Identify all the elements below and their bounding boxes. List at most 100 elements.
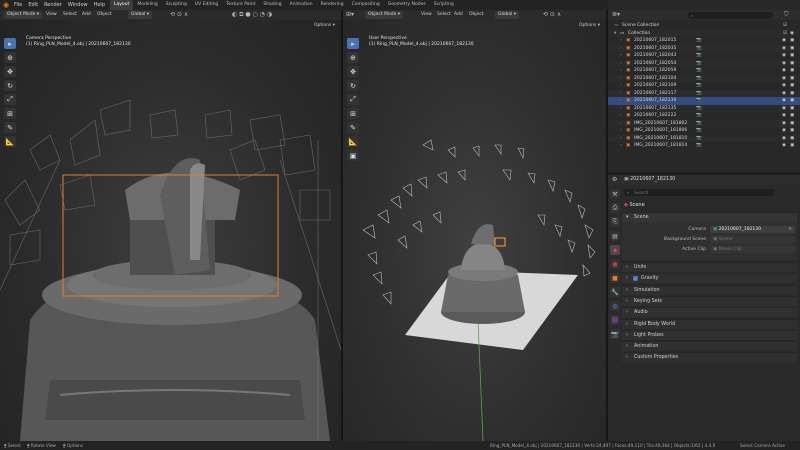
scene-tab-icon[interactable]: ◆	[610, 245, 620, 255]
active-clip-field[interactable]: ▣ Movie Clip	[710, 246, 795, 253]
eye-icon[interactable]: ◉	[790, 30, 794, 38]
outliner-item[interactable]: › ▣ 20210607_182135 📷 ◉ ▣	[608, 104, 800, 113]
camera-render-icon[interactable]: ▣	[790, 97, 794, 105]
outliner-item[interactable]: › ▣ 20210607_182117 📷 ◉ ▣	[608, 89, 800, 98]
outliner-item[interactable]: › ▣ 20210607_182222 📷 ◉ ▣	[608, 112, 800, 120]
mode-selector[interactable]: Object Mode ▾	[4, 11, 43, 19]
transform-orientation-right[interactable]: Global ▾	[495, 11, 520, 19]
vp-menu-object[interactable]: Object	[97, 10, 112, 20]
expand-arrow-icon[interactable]: ›	[620, 112, 622, 120]
measure-icon[interactable]: 📐	[347, 136, 359, 147]
eye-icon[interactable]: ◉	[782, 60, 786, 68]
expand-arrow-icon[interactable]: ›	[620, 120, 622, 128]
outliner-item[interactable]: › ▣ IMG_20210607_181806 📷 ◉ ▣	[608, 127, 800, 135]
menu-edit[interactable]: Edit	[28, 0, 38, 10]
camera-render-icon[interactable]: ▣	[790, 60, 794, 68]
scale-icon[interactable]: ⤢	[347, 94, 359, 105]
tab-animation[interactable]: Animation	[286, 0, 317, 10]
transform-icon[interactable]: ⊞	[347, 108, 359, 119]
move-icon[interactable]: ✥	[347, 66, 359, 77]
output-tab-icon[interactable]: ⎘	[610, 217, 620, 227]
outliner-item[interactable]: › ▣ 20210607_182059 📷 ◉ ▣	[608, 67, 800, 75]
annotate-icon[interactable]: ✎	[4, 122, 16, 133]
snap-icon-right[interactable]: ⟲ ⊙ ∧	[543, 11, 561, 19]
tab-layout[interactable]: Layout	[110, 0, 134, 10]
outliner-item[interactable]: › ▣ 20210607_182015 📷 ◉ ▣	[608, 37, 800, 45]
select-box-icon[interactable]: ▸	[4, 38, 16, 49]
menu-help[interactable]: Help	[94, 0, 105, 10]
camera-render-icon[interactable]: ▣	[790, 45, 794, 53]
scale-icon[interactable]: ⤢	[4, 94, 16, 105]
expand-arrow-icon[interactable]: ›	[620, 105, 622, 113]
gravity-checkbox[interactable]: ✓	[633, 276, 638, 282]
panel-gravity[interactable]: › ✓ Gravity	[622, 273, 797, 284]
camera-render-icon[interactable]: ▣	[790, 120, 794, 128]
transform-icon[interactable]: ⊞	[4, 108, 16, 119]
collection-row[interactable]: ▾ ▭ Collection ☑ ◉	[608, 29, 800, 38]
expand-arrow-icon[interactable]: ›	[620, 127, 622, 135]
viewport-camera[interactable]: Object Mode ▾ View Select Add Object Glo…	[0, 10, 341, 441]
outliner-item[interactable]: › ▣ IMG_20210607_181802 📷 ◉ ▣	[608, 119, 800, 128]
panel-custom-properties[interactable]: › Custom Properties	[622, 352, 797, 363]
camera-render-icon[interactable]: ▣	[790, 105, 794, 113]
outliner-search-input[interactable]: ⌕	[688, 11, 773, 19]
eye-icon[interactable]: ◉	[782, 90, 786, 98]
rotate-icon[interactable]: ↻	[4, 80, 16, 91]
tab-compositing[interactable]: Compositing	[348, 0, 384, 10]
vp-menu-select[interactable]: Select	[63, 10, 77, 20]
outliner-item[interactable]: › ▣ IMG_20210607_181810 📷 ◉ ▣	[608, 134, 800, 143]
panel-light-probes[interactable]: › Light Probes	[622, 329, 797, 340]
tab-geometry-nodes[interactable]: Geometry Nodes	[384, 0, 430, 10]
scene-panel-header[interactable]: ▾ Scene	[622, 212, 797, 222]
camera-field[interactable]: ▣ 20210607_182130 ✕	[710, 226, 795, 233]
tab-rendering[interactable]: Rendering	[317, 0, 348, 10]
eye-icon[interactable]: ◉	[782, 97, 786, 105]
outliner-item[interactable]: › ▣ IMG_20210607_181814 📷 ◉ ▣	[608, 142, 800, 150]
select-box-icon[interactable]: ▸	[347, 38, 359, 49]
checkbox-icon[interactable]: ☑	[783, 30, 787, 38]
options-dropdown[interactable]: Options ▾	[314, 23, 335, 28]
eye-icon[interactable]: ◉	[782, 142, 786, 150]
menu-window[interactable]: Window	[68, 0, 88, 10]
expand-arrow-icon[interactable]: ›	[620, 37, 622, 45]
panel-simulation[interactable]: › Simulation	[622, 284, 797, 295]
camera-render-icon[interactable]: ▣	[790, 112, 794, 120]
add-cube-icon[interactable]: ▣	[347, 150, 359, 161]
expand-arrow-icon[interactable]: ›	[620, 97, 622, 105]
camera-render-icon[interactable]: ▣	[790, 127, 794, 135]
properties-search-input[interactable]: ⌕ Search	[624, 189, 774, 196]
measure-icon[interactable]: 📐	[4, 136, 16, 147]
vp-menu-add[interactable]: Add	[82, 10, 91, 20]
expand-arrow-icon[interactable]: ▾	[614, 30, 616, 38]
camera-render-icon[interactable]: ▣	[790, 135, 794, 143]
menu-file[interactable]: File	[14, 0, 22, 10]
checkbox-icon[interactable]: ☑	[783, 22, 787, 30]
eye-icon[interactable]: ◉	[782, 37, 786, 45]
transform-orientation[interactable]: Global ▾	[128, 11, 153, 19]
cursor-icon[interactable]: ⊕	[4, 52, 16, 63]
eye-icon[interactable]: ◉	[782, 75, 786, 83]
eye-icon[interactable]: ◉	[782, 112, 786, 120]
tab-uv-editing[interactable]: UV Editing	[191, 0, 222, 10]
vp-menu-add-right[interactable]: Add	[454, 10, 463, 20]
background-scene-field[interactable]: ▣ Scene	[710, 236, 795, 243]
panel-keying-sets[interactable]: › Keying Sets	[622, 295, 797, 306]
outliner-item[interactable]: › ▣ 20210607_182035 📷 ◉ ▣	[608, 44, 800, 53]
camera-render-icon[interactable]: ▣	[790, 52, 794, 60]
snap-icon[interactable]: ⟲ ⊙ ∧	[170, 11, 188, 19]
expand-arrow-icon[interactable]: ›	[620, 75, 622, 83]
expand-arrow-icon[interactable]: ›	[620, 60, 622, 68]
options-dropdown-right[interactable]: Options ▾	[579, 23, 600, 28]
mode-selector-right[interactable]: Object Mode ▾	[365, 11, 404, 19]
tab-texture-paint[interactable]: Texture Paint	[222, 0, 259, 10]
blender-logo-icon[interactable]: ◉	[3, 0, 9, 10]
tab-sculpting[interactable]: Sculpting	[162, 0, 191, 10]
properties-type-icon[interactable]: ⚙	[612, 175, 617, 185]
expand-arrow-icon[interactable]: ›	[620, 90, 622, 98]
eye-icon[interactable]: ◉	[782, 127, 786, 135]
eye-icon[interactable]: ◉	[782, 67, 786, 75]
menu-render[interactable]: Render	[44, 0, 62, 10]
vp-menu-view-right[interactable]: View	[421, 10, 432, 20]
eye-icon[interactable]: ◉	[782, 82, 786, 90]
rotate-icon[interactable]: ↻	[347, 80, 359, 91]
